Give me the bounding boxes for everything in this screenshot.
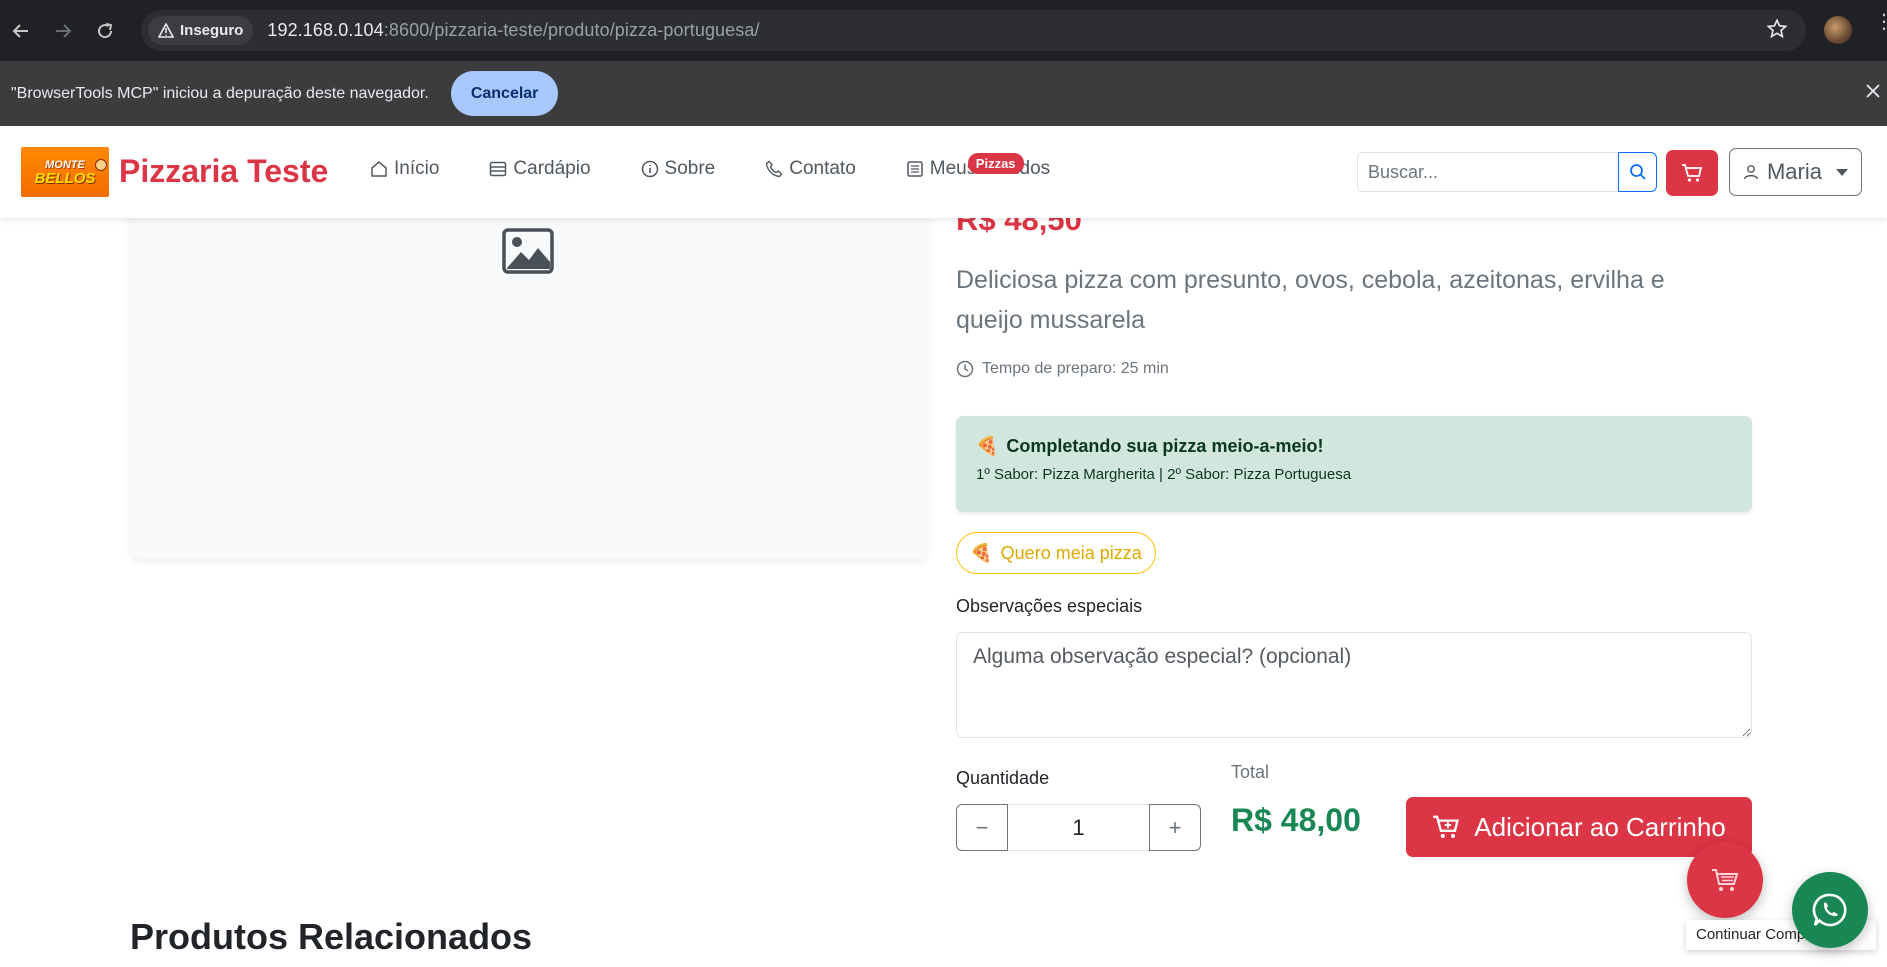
logo-text-top: MONTE	[45, 158, 85, 171]
info-icon	[641, 160, 658, 178]
half-pizza-button[interactable]: 🍕 Quero meia pizza	[956, 532, 1156, 574]
pizzas-badge: Pizzas	[967, 153, 1024, 174]
site-navbar: MONTE BELLOS Pizzaria Teste Início Cardá…	[0, 126, 1887, 218]
cart-button[interactable]	[1666, 150, 1718, 196]
nav-link-meus-pedidos[interactable]: Meus Pedidos Pizzas	[906, 153, 1050, 180]
forward-arrow-icon[interactable]	[42, 10, 84, 52]
prep-time-text: Tempo de preparo: 25 min	[982, 360, 1169, 377]
half-pizza-button-label: Quero meia pizza	[1000, 542, 1142, 563]
pizza-icon: 🍕	[976, 436, 999, 456]
whatsapp-icon	[1812, 893, 1847, 927]
search-icon	[1629, 164, 1646, 180]
list-icon	[907, 161, 923, 177]
profile-avatar[interactable]	[1824, 16, 1852, 44]
address-bar[interactable]: Inseguro 192.168.0.104:8600/pizzaria-tes…	[141, 10, 1806, 51]
add-to-cart-label: Adicionar ao Carrinho	[1474, 811, 1726, 842]
nav-link-cardapio[interactable]: Cardápio	[489, 158, 591, 180]
user-menu-button[interactable]: Maria	[1729, 148, 1862, 196]
image-placeholder-icon	[502, 228, 554, 274]
bookmark-star-icon[interactable]	[1766, 18, 1788, 46]
search-input[interactable]	[1357, 152, 1618, 192]
debug-infobar: "BrowserTools MCP" iniciou a depuração d…	[0, 61, 1887, 126]
obs-label: Observações especiais	[956, 596, 1143, 616]
qty-increment-button[interactable]: +	[1149, 804, 1201, 851]
nav-link-inicio[interactable]: Início	[370, 158, 439, 180]
half-alert-title-text: Completando sua pizza meio-a-meio!	[1006, 436, 1324, 456]
add-to-cart-button[interactable]: Adicionar ao Carrinho	[1406, 797, 1752, 857]
qty-label: Quantidade	[956, 768, 1050, 788]
more-menu-icon[interactable]: ⋮	[1874, 12, 1887, 32]
url-host: 192.168.0.104	[267, 20, 384, 40]
half-alert-detail: 1º Sabor: Pizza Margherita | 2º Sabor: P…	[976, 466, 1352, 483]
logo-text-bottom: BELLOS	[34, 169, 96, 187]
close-icon[interactable]	[1865, 81, 1881, 103]
shopping-cart-icon	[1712, 869, 1739, 891]
pizza-icon: 🍕	[970, 542, 993, 563]
total-label: Total	[1231, 762, 1270, 782]
brand-logo[interactable]: MONTE BELLOS	[21, 147, 109, 197]
infobar-message: "BrowserTools MCP" iniciou a depuração d…	[11, 84, 429, 102]
whatsapp-button[interactable]	[1792, 872, 1868, 948]
page-viewport: g MONTE BELLOS Pizzaria Teste Início Car…	[0, 126, 1887, 967]
url-path: :8600/pizzaria-teste/produto/pizza-portu…	[383, 20, 760, 40]
nav-link-label: Sobre	[664, 158, 716, 179]
nav-link-label: Início	[394, 158, 440, 179]
security-chip-label: Inseguro	[180, 22, 244, 39]
security-chip[interactable]: Inseguro	[148, 16, 254, 45]
warning-triangle-icon	[158, 23, 174, 38]
reload-icon[interactable]	[84, 10, 126, 52]
nav-link-label: Contato	[789, 158, 856, 179]
back-arrow-icon[interactable]	[0, 10, 42, 52]
quantity-stepper: − +	[956, 804, 1201, 851]
product-description: Deliciosa pizza com presunto, ovos, cebo…	[956, 266, 1665, 334]
search-group	[1357, 152, 1657, 192]
nav-link-contato[interactable]: Contato	[765, 158, 856, 180]
related-products-heading: Produtos Relacionados	[130, 916, 533, 957]
qty-decrement-button[interactable]: −	[956, 804, 1008, 851]
brand-name[interactable]: Pizzaria Teste	[119, 153, 328, 190]
main-nav: Início Cardápio Sobre Contato Meus Pedid…	[370, 153, 1100, 180]
product-image-panel	[130, 166, 928, 559]
user-icon	[1743, 165, 1759, 180]
house-icon	[371, 161, 387, 177]
nav-link-sobre[interactable]: Sobre	[641, 158, 716, 180]
half-pizza-alert: 🍕 Completando sua pizza meio-a-meio! 1º …	[956, 416, 1752, 512]
floating-cart-button[interactable]	[1687, 842, 1763, 918]
user-name: Maria	[1766, 159, 1822, 184]
logo-mascot-icon	[95, 159, 107, 171]
phone-icon	[766, 160, 783, 178]
menu-card-icon	[490, 161, 507, 177]
obs-textarea[interactable]	[956, 632, 1752, 738]
nav-link-label: Cardápio	[513, 158, 591, 179]
chevron-down-icon	[1836, 168, 1848, 176]
cart-plus-icon	[1433, 815, 1460, 838]
clock-icon	[956, 360, 974, 378]
search-button[interactable]	[1618, 152, 1657, 192]
qty-input[interactable]	[1008, 804, 1149, 851]
browser-toolbar: Inseguro 192.168.0.104:8600/pizzaria-tes…	[0, 0, 1887, 61]
url-text[interactable]: 192.168.0.104:8600/pizzaria-teste/produt…	[267, 20, 759, 41]
cancel-debug-button[interactable]: Cancelar	[450, 71, 559, 116]
prep-time: Tempo de preparo: 25 min	[956, 360, 1169, 378]
half-alert-title: 🍕 Completando sua pizza meio-a-meio!	[976, 436, 1732, 457]
cart-icon	[1682, 164, 1703, 182]
total-value: R$ 48,00	[1231, 802, 1361, 838]
